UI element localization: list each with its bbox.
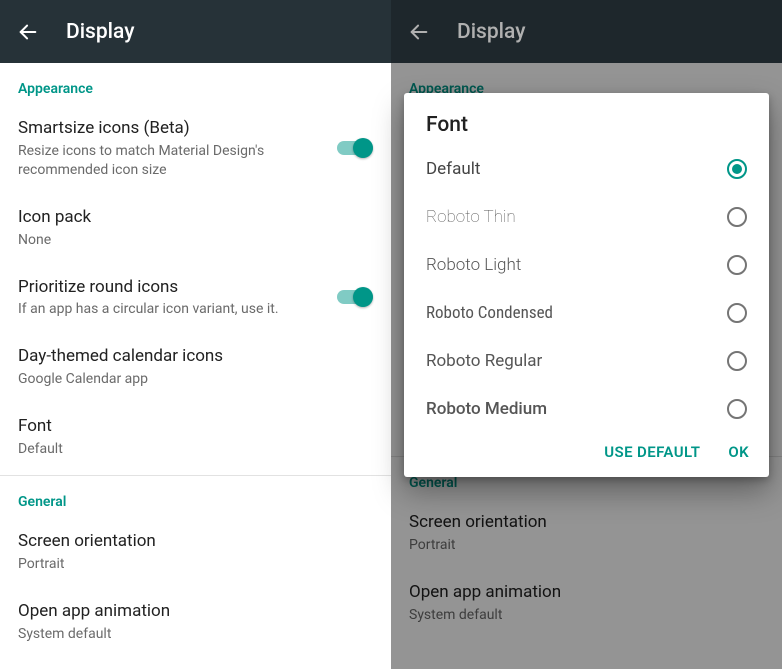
radio-icon	[727, 303, 747, 323]
ok-button[interactable]: OK	[728, 443, 749, 461]
setting-roundicons[interactable]: Prioritize round icons If an app has a c…	[0, 264, 391, 334]
toggle-smartsize[interactable]	[337, 138, 373, 158]
option-label: Default	[426, 159, 480, 179]
option-label: Roboto Light	[426, 255, 521, 275]
radio-icon	[727, 351, 747, 371]
option-label: Roboto Medium	[426, 399, 547, 419]
setting-smartsize[interactable]: Smartsize icons (Beta) Resize icons to m…	[0, 105, 391, 194]
back-icon[interactable]	[16, 20, 40, 44]
radio-icon	[727, 399, 747, 419]
font-option-light[interactable]: Roboto Light	[404, 241, 769, 289]
section-general-label: General	[0, 476, 391, 518]
setting-title: Open app animation	[18, 600, 373, 623]
setting-title: Screen orientation	[409, 511, 764, 534]
appbar: Display	[391, 0, 782, 63]
setting-subtitle: Google Calendar app	[18, 370, 373, 389]
appbar: Display	[0, 0, 391, 63]
font-option-medium[interactable]: Roboto Medium	[404, 385, 769, 433]
setting-title: Font	[18, 415, 373, 438]
page-title: Display	[66, 20, 134, 44]
setting-title: Smartsize icons (Beta)	[18, 117, 325, 140]
back-icon[interactable]	[407, 20, 431, 44]
toggle-roundicons[interactable]	[337, 287, 373, 307]
left-panel: Display Appearance Smartsize icons (Beta…	[0, 0, 391, 669]
setting-orientation: Screen orientation Portrait	[391, 499, 782, 569]
setting-orientation[interactable]: Screen orientation Portrait	[0, 518, 391, 588]
setting-subtitle: None	[18, 231, 373, 250]
font-option-default[interactable]: Default	[404, 145, 769, 193]
setting-openanim[interactable]: Open app animation System default	[0, 588, 391, 658]
setting-openanim: Open app animation System default	[391, 569, 782, 639]
font-dialog: Font Default Roboto Thin Roboto Light Ro…	[404, 93, 769, 477]
radio-icon	[727, 255, 747, 275]
font-option-thin[interactable]: Roboto Thin	[404, 193, 769, 241]
use-default-button[interactable]: USE DEFAULT	[604, 443, 700, 461]
setting-calendar[interactable]: Day-themed calendar icons Google Calenda…	[0, 333, 391, 403]
dialog-actions: USE DEFAULT OK	[404, 433, 769, 477]
setting-subtitle: System default	[18, 625, 373, 644]
setting-title: Day-themed calendar icons	[18, 345, 373, 368]
radio-icon	[727, 159, 747, 179]
option-label: Roboto Thin	[426, 207, 516, 227]
right-panel: Display Appearance Smartsize icons (Beta…	[391, 0, 782, 669]
setting-title: Icon pack	[18, 206, 373, 229]
option-label: Roboto Condensed	[426, 303, 553, 323]
dialog-title: Font	[404, 93, 769, 145]
font-option-condensed[interactable]: Roboto Condensed	[404, 289, 769, 337]
setting-title: Screen orientation	[18, 530, 373, 553]
setting-title: Prioritize round icons	[18, 276, 325, 299]
setting-subtitle: Portrait	[409, 536, 764, 555]
setting-title: Open app animation	[409, 581, 764, 604]
page-title: Display	[457, 20, 525, 44]
setting-font[interactable]: Font Default	[0, 403, 391, 473]
font-option-regular[interactable]: Roboto Regular	[404, 337, 769, 385]
setting-iconpack[interactable]: Icon pack None	[0, 194, 391, 264]
setting-subtitle: Portrait	[18, 555, 373, 574]
section-appearance-label: Appearance	[0, 63, 391, 105]
radio-icon	[727, 207, 747, 227]
setting-subtitle: System default	[409, 606, 764, 625]
setting-subtitle: Resize icons to match Material Design's …	[18, 142, 325, 180]
option-label: Roboto Regular	[426, 351, 542, 371]
setting-subtitle: If an app has a circular icon variant, u…	[18, 300, 325, 319]
settings-content: Appearance Smartsize icons (Beta) Resize…	[0, 63, 391, 669]
setting-subtitle: Default	[18, 440, 373, 459]
